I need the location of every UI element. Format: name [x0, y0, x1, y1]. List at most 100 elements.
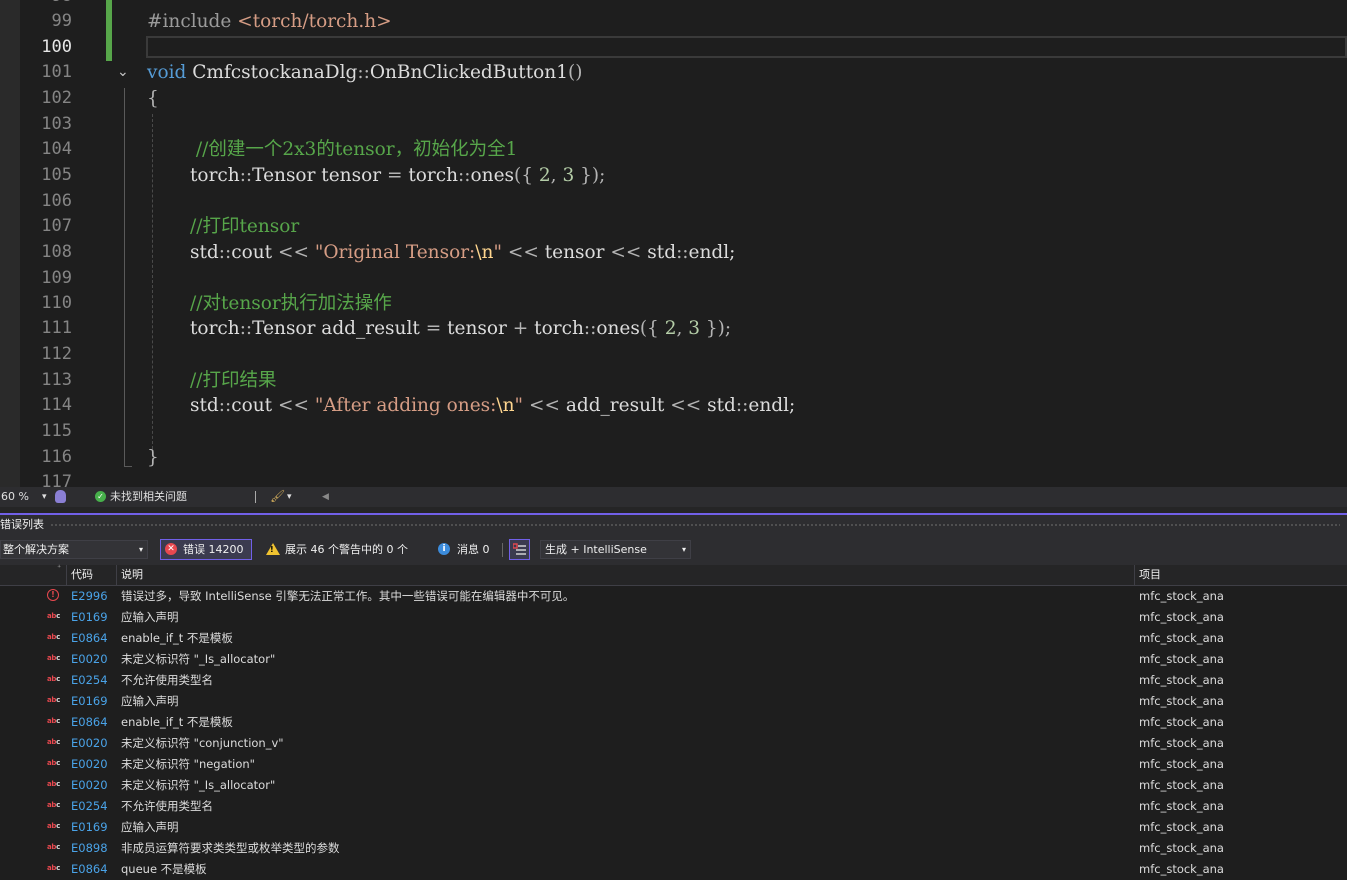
spell-error-icon: abc	[47, 674, 60, 684]
code-line-102[interactable]: {	[147, 86, 159, 112]
code-line-105[interactable]: torch::Tensor tensor = torch::ones({ 2, …	[190, 163, 605, 189]
line-number-gutter: 9899100101102103104105106107108109110111…	[20, 0, 100, 487]
error-row[interactable]: abc E0020 未定义标识符 "conjunction_v" mfc_stock_…	[0, 733, 1347, 754]
stream-operator: <<	[277, 242, 309, 263]
scroll-left-icon[interactable]: ◀	[322, 487, 329, 507]
spell-error-icon-part: c	[56, 780, 60, 788]
namespace: std	[190, 395, 219, 416]
error-code[interactable]: E0020	[71, 733, 108, 754]
column-description[interactable]: 说明	[121, 565, 143, 585]
line-number: 112	[41, 344, 72, 364]
error-code[interactable]: E0020	[71, 775, 108, 796]
column-separator[interactable]	[1134, 565, 1135, 585]
spell-error-icon: abc	[47, 611, 60, 621]
code-line-108[interactable]: std::cout << "Original Tensor:\n" << ten…	[190, 240, 735, 266]
escape-sequence: \n	[496, 395, 515, 416]
code-line-99[interactable]: #include <torch/torch.h>	[147, 9, 392, 35]
code-cleanup-dropdown-icon[interactable]: ▾	[287, 487, 292, 507]
indent-guide	[152, 114, 153, 454]
error-row[interactable]: abc E0020 未定义标识符 "negation" mfc_stock_ana	[0, 754, 1347, 775]
issues-status[interactable]: 未找到相关问题	[110, 487, 187, 507]
column-project[interactable]: 项目	[1139, 565, 1161, 585]
scope-dropdown[interactable]: 整个解决方案 ▾	[0, 540, 148, 559]
scope-operator: ::	[583, 318, 597, 339]
scope-operator: ::	[735, 395, 749, 416]
error-description: 未定义标识符 "_Is_allocator"	[121, 778, 276, 792]
spell-error-icon-part: ab	[47, 738, 57, 746]
error-list-header[interactable]: 错误列表	[0, 515, 1347, 535]
spell-error-icon-part: ab	[47, 654, 57, 662]
spell-error-icon-part: ab	[47, 633, 57, 641]
filter-button[interactable]	[509, 539, 530, 560]
column-code[interactable]: 代码	[71, 565, 93, 585]
warnings-filter-button[interactable]: 展示 46 个警告中的 0 个	[285, 535, 408, 565]
copilot-icon[interactable]	[55, 490, 66, 503]
error-description: 未定义标识符 "conjunction_v"	[121, 736, 284, 750]
identifier: endl;	[688, 242, 736, 263]
code-line-110[interactable]: //对tensor执行加法操作	[190, 291, 392, 317]
error-row[interactable]: abc E0020 未定义标识符 "_Is_allocator" mfc_stock_…	[0, 775, 1347, 796]
code-cleanup-icon[interactable]: 🖌	[270, 489, 285, 503]
zoom-level[interactable]: 60 %	[0, 487, 29, 507]
line-number: 104	[41, 139, 72, 159]
error-row[interactable]: abc E0864 queue 不是模板 mfc_stock_ana	[0, 859, 1347, 880]
spell-error-icon-part: c	[56, 864, 60, 872]
string-end: "	[493, 242, 508, 263]
column-separator[interactable]	[116, 565, 117, 585]
error-code[interactable]: E0254	[71, 670, 108, 691]
error-description: enable_if_t 不是模板	[121, 631, 233, 645]
spell-error-icon-part: c	[56, 696, 60, 704]
code-line-116[interactable]: }	[147, 445, 159, 471]
error-row[interactable]: abc E0169 应输入声明 mfc_stock_ana	[0, 691, 1347, 712]
code-line-107[interactable]: //打印tensor	[190, 214, 299, 240]
code-editor[interactable]: 9899100101102103104105106107108109110111…	[0, 0, 1347, 487]
error-code[interactable]: E0864	[71, 712, 108, 733]
zoom-dropdown-icon[interactable]: ▾	[42, 487, 47, 507]
error-list-title: 错误列表	[0, 518, 44, 531]
class-name: CmfcstockanaDlg	[192, 62, 358, 83]
error-code[interactable]: E0020	[71, 649, 108, 670]
build-source-dropdown[interactable]: 生成 + IntelliSense ▾	[540, 540, 691, 559]
column-separator[interactable]	[66, 565, 67, 585]
error-row[interactable]: abc E0898 非成员运算符要求类类型或枚举类型的参数 mfc_stock_ana	[0, 838, 1347, 859]
stream-operator: <<	[507, 242, 539, 263]
code-line-101[interactable]: void CmfcstockanaDlg::OnBnClickedButton1…	[147, 60, 582, 86]
error-code[interactable]: E0169	[71, 817, 108, 838]
error-row[interactable]: abc E0864 enable_if_t 不是模板 mfc_stock_ana	[0, 628, 1347, 649]
error-code[interactable]: E0169	[71, 691, 108, 712]
sort-icon[interactable]: ⁺	[57, 563, 61, 572]
error-row[interactable]: abc E0020 未定义标识符 "_Is_allocator" mfc_stock_…	[0, 649, 1347, 670]
editor-status-bar: 60 % ▾ ✓ 未找到相关问题 🖌 ▾ ◀	[0, 487, 1347, 507]
error-row[interactable]: abc E0254 不允许使用类型名 mfc_stock_ana	[0, 670, 1347, 691]
info-icon[interactable]: i	[438, 543, 450, 555]
error-row[interactable]: abc E0169 应输入声明 mfc_stock_ana	[0, 607, 1347, 628]
code-line-111[interactable]: torch::Tensor add_result = tensor + torc…	[190, 316, 731, 342]
error-row[interactable]: abc E0864 enable_if_t 不是模板 mfc_stock_ana	[0, 712, 1347, 733]
error-row[interactable]: abc E0254 不允许使用类型名 mfc_stock_ana	[0, 796, 1347, 817]
close-bracket: });	[700, 318, 732, 339]
identifier: cout	[231, 242, 278, 263]
error-code[interactable]: E0864	[71, 859, 108, 880]
error-code[interactable]: E0020	[71, 754, 108, 775]
code-line-114[interactable]: std::cout << "After adding ones:\n" << a…	[190, 393, 795, 419]
error-code[interactable]: E0864	[71, 628, 108, 649]
spell-error-icon-part: c	[56, 717, 60, 725]
code-line-104[interactable]: //创建一个2x3的tensor，初始化为全1	[190, 137, 518, 163]
error-row[interactable]: ! E2996 错误过多，导致 IntelliSense 引擎无法正常工作。其中一些…	[0, 586, 1347, 607]
string-end: "	[514, 395, 529, 416]
error-code[interactable]: E0169	[71, 607, 108, 628]
panel-drag-grip[interactable]	[50, 523, 1340, 527]
error-code[interactable]: E2996	[71, 586, 108, 607]
line-number: 102	[41, 88, 72, 108]
collapse-icon[interactable]: ⌄	[117, 64, 129, 80]
error-code[interactable]: E0898	[71, 838, 108, 859]
errors-filter-button[interactable]: ✕ 错误 14200	[160, 539, 252, 560]
scope-operator: ::	[357, 62, 370, 83]
error-row[interactable]: abc E0169 应输入声明 mfc_stock_ana	[0, 817, 1347, 838]
spell-error-icon: abc	[47, 737, 60, 747]
error-code[interactable]: E0254	[71, 796, 108, 817]
code-line-113[interactable]: //打印结果	[190, 368, 276, 394]
identifier: tensor	[441, 318, 513, 339]
spell-error-icon-part: c	[56, 822, 60, 830]
messages-filter-button[interactable]: 消息 0	[457, 535, 490, 565]
